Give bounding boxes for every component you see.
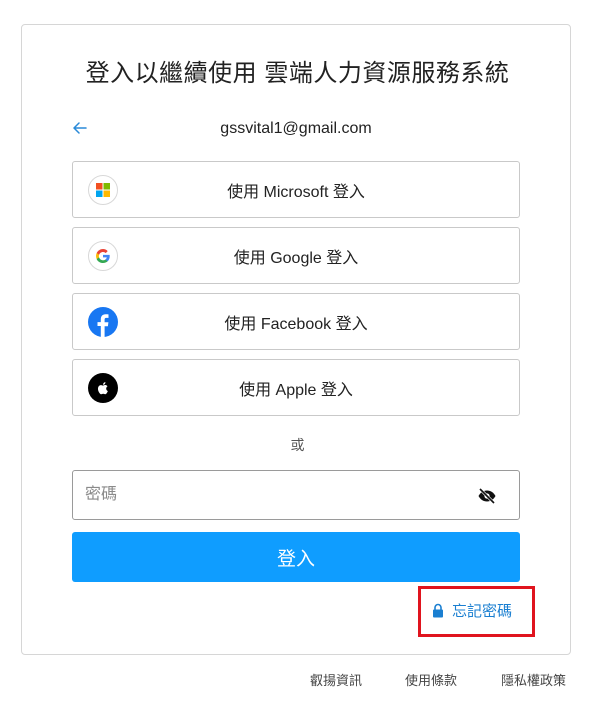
password-field[interactable] xyxy=(72,470,520,520)
google-login-label: 使用 Google 登入 xyxy=(233,249,359,267)
microsoft-login-button[interactable]: 使用 Microsoft 登入 xyxy=(72,161,520,218)
login-button[interactable]: 登入 xyxy=(72,532,520,582)
page-title: 登入以繼續使用 雲端人力資源服務系統 xyxy=(85,60,510,87)
password-input[interactable] xyxy=(85,471,465,519)
apple-login-label: 使用 Apple 登入 xyxy=(239,381,353,399)
apple-login-button[interactable]: 使用 Apple 登入 xyxy=(72,359,520,416)
eye-off-icon[interactable] xyxy=(477,486,497,506)
microsoft-login-label: 使用 Microsoft 登入 xyxy=(227,183,365,201)
lock-icon xyxy=(433,603,443,617)
google-login-button[interactable]: 使用 Google 登入 xyxy=(72,227,520,284)
footer-cookie-link[interactable]: 叡揚資訊 xyxy=(310,670,362,689)
account-email: gssvital1@gmail.com xyxy=(220,120,372,137)
forgot-password-link[interactable]: 忘記密碼 xyxy=(432,600,512,620)
divider-text: 或 xyxy=(290,437,305,453)
facebook-login-button[interactable]: 使用 Facebook 登入 xyxy=(72,293,520,350)
footer-terms-link[interactable]: 使用條款 xyxy=(405,670,457,689)
forgot-password-label: 忘記密碼 xyxy=(452,602,513,620)
facebook-login-label: 使用 Facebook 登入 xyxy=(224,315,368,333)
footer-privacy-link[interactable]: 隱私權政策 xyxy=(501,670,566,689)
